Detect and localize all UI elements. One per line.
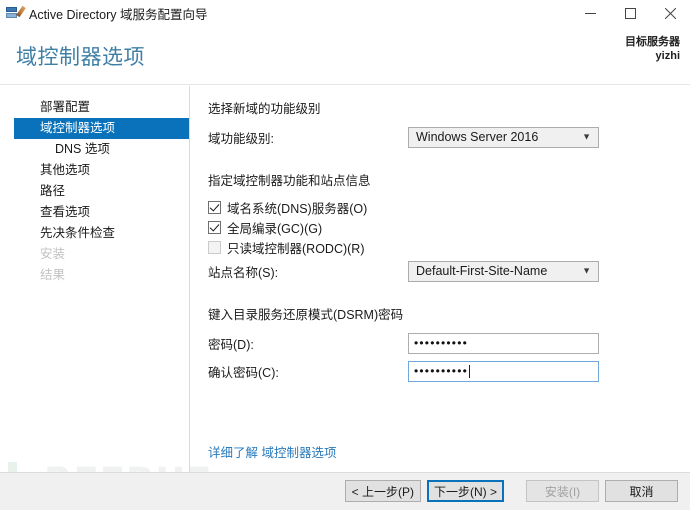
confirm-password-row: 确认密码(C): •••••••••• — [208, 360, 676, 382]
sidebar-item-additional-options[interactable]: 其他选项 — [0, 160, 189, 181]
site-name-select[interactable]: Default-First-Site-Name ▼ — [408, 260, 599, 282]
sidebar-item-installation: 安装 — [40, 247, 66, 261]
sidebar-item-paths[interactable]: 路径 — [0, 181, 189, 202]
target-server-label: 目标服务器 — [625, 36, 680, 48]
sidebar-item-dns-options[interactable]: DNS 选项 — [0, 139, 189, 160]
wizard-header: 域控制器选项 目标服务器 yizhi — [0, 27, 690, 85]
next-button[interactable]: 下一步(N) > — [426, 480, 504, 502]
footer-button-group: < 上一步(P) 下一步(N) > 安装(I) 取消 — [339, 480, 678, 502]
domain-functional-level-row: 域功能级别: Windows Server 2016 ▼ — [208, 126, 676, 148]
window-titlebar: Active Directory 域服务配置向导 — [0, 0, 690, 27]
confirm-password-label: 确认密码(C): — [208, 365, 279, 380]
main-content: 选择新域的功能级别 域功能级别: Windows Server 2016 ▼ 指… — [190, 86, 690, 472]
chevron-down-icon: ▼ — [582, 131, 591, 142]
sidebar-item-prerequisites-check[interactable]: 先决条件检查 — [0, 223, 189, 244]
back-button[interactable]: < 上一步(P) — [344, 480, 421, 502]
maximize-icon[interactable] — [610, 0, 650, 27]
text-caret — [469, 364, 471, 378]
sidebar-item-domain-controller-options[interactable]: 域控制器选项 — [14, 118, 189, 139]
learn-more-link[interactable]: 详细了解 域控制器选项 — [208, 442, 336, 461]
target-server-name: yizhi — [655, 50, 680, 62]
checkbox-rodc — [208, 241, 221, 254]
cancel-button[interactable]: 取消 — [605, 480, 678, 502]
site-name-row: 站点名称(S): Default-First-Site-Name ▼ — [208, 260, 676, 282]
functional-level-heading: 选择新域的功能级别 — [208, 102, 321, 116]
checkbox-dns-server[interactable] — [208, 201, 221, 214]
confirm-password-value: •••••••••• — [414, 364, 469, 378]
dsrm-heading: 键入目录服务还原模式(DSRM)密码 — [208, 308, 404, 322]
password-input[interactable]: •••••••••• — [408, 332, 599, 354]
target-server-block: 目标服务器 yizhi — [625, 35, 680, 63]
site-name-value: Default-First-Site-Name — [416, 264, 548, 278]
sidebar-item-deployment-config[interactable]: 部署配置 — [0, 97, 189, 118]
checkbox-row-global-catalog[interactable]: 全局编录(GC)(G) — [208, 218, 676, 237]
ad-server-icon — [6, 5, 26, 22]
password-label: 密码(D): — [208, 337, 254, 352]
checkbox-row-rodc: 只读域控制器(RODC)(R) — [208, 238, 676, 257]
install-button: 安装(I) — [526, 480, 599, 502]
confirm-password-input[interactable]: •••••••••• — [408, 360, 599, 382]
password-row: 密码(D): •••••••••• — [208, 332, 676, 354]
checkbox-global-catalog[interactable] — [208, 221, 221, 234]
wizard-sidebar: 部署配置 域控制器选项 DNS 选项 其他选项 路径 查看选项 先决条件检查 安… — [0, 86, 190, 472]
checkbox-label-global-catalog: 全局编录(GC)(G) — [227, 222, 323, 236]
window-controls — [570, 0, 690, 27]
domain-functional-level-value: Windows Server 2016 — [416, 130, 539, 144]
window-title: Active Directory 域服务配置向导 — [29, 8, 208, 22]
domain-functional-level-label: 域功能级别: — [208, 131, 274, 146]
wizard-footer: < 上一步(P) 下一步(N) > 安装(I) 取消 — [0, 472, 690, 510]
checkbox-row-dns-server[interactable]: 域名系统(DNS)服务器(O) — [208, 198, 676, 217]
checkbox-label-rodc: 只读域控制器(RODC)(R) — [227, 242, 365, 256]
close-icon[interactable] — [650, 0, 690, 27]
capabilities-heading: 指定域控制器功能和站点信息 — [208, 174, 371, 188]
page-title: 域控制器选项 — [16, 46, 145, 69]
site-name-label: 站点名称(S): — [208, 265, 279, 280]
chevron-down-icon: ▼ — [582, 265, 591, 276]
password-value: •••••••••• — [414, 336, 469, 350]
sidebar-item-review-options[interactable]: 查看选项 — [0, 202, 189, 223]
checkbox-label-dns-server: 域名系统(DNS)服务器(O) — [227, 202, 368, 216]
domain-functional-level-select[interactable]: Windows Server 2016 ▼ — [408, 126, 599, 148]
sidebar-item-results: 结果 — [40, 268, 66, 282]
minimize-icon[interactable] — [570, 0, 610, 27]
